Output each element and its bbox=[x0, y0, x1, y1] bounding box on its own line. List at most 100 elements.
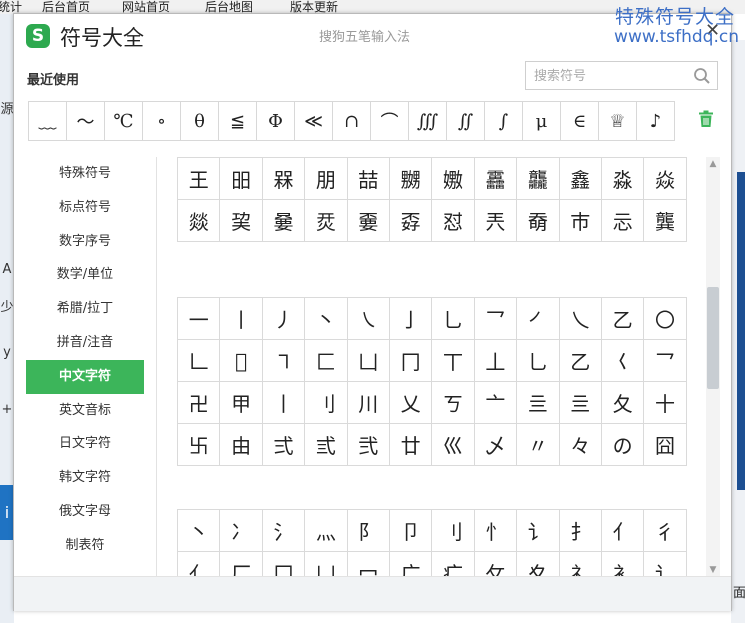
symbol-cell[interactable]: 嘦 bbox=[262, 200, 306, 242]
search-input[interactable] bbox=[532, 66, 686, 87]
symbol-cell[interactable]: 冫 bbox=[220, 510, 263, 552]
symbol-cell[interactable]: 嬲 bbox=[389, 158, 433, 200]
sidebar-category-item[interactable]: 制表符 bbox=[26, 529, 144, 563]
recent-symbol-cell[interactable]: Φ bbox=[257, 102, 295, 140]
symbol-cell[interactable]: 乄 bbox=[474, 424, 518, 466]
sidebar-category-item[interactable]: 英文音标 bbox=[26, 394, 144, 428]
symbol-cell[interactable]: 鑫 bbox=[559, 158, 602, 200]
symbol-cell[interactable]: 凵 bbox=[305, 552, 348, 577]
symbol-cell[interactable]: 囧 bbox=[644, 424, 687, 466]
recent-symbol-cell[interactable]: ～ bbox=[67, 102, 105, 140]
symbol-cell[interactable]: 亻 bbox=[601, 510, 645, 552]
symbol-cell[interactable]: 灬 bbox=[305, 510, 348, 552]
sidebar-category-item[interactable]: 特殊符号 bbox=[26, 157, 144, 191]
symbol-cell[interactable]: 乚 bbox=[517, 340, 560, 382]
symbol-cell[interactable]: 衤 bbox=[602, 552, 645, 577]
symbol-cell[interactable]: 乂 bbox=[389, 382, 433, 424]
symbol-cell[interactable]: 槑 bbox=[262, 158, 306, 200]
symbol-cell[interactable]: 龘 bbox=[517, 158, 560, 200]
sidebar-category-item[interactable]: 希腊/拉丁 bbox=[26, 292, 144, 326]
sidebar-category-item[interactable]: 韩文字符 bbox=[26, 461, 144, 495]
symbol-cell[interactable]: 奣 bbox=[517, 200, 560, 242]
symbol-cell[interactable]: 丨 bbox=[262, 382, 306, 424]
symbol-cell[interactable]: 礻 bbox=[560, 552, 602, 577]
background-nav-item[interactable]: 后台首页 bbox=[42, 0, 90, 14]
symbol-cell[interactable]: 亅 bbox=[389, 298, 433, 340]
symbol-cell[interactable]: 一 bbox=[178, 298, 221, 340]
recent-symbol-cell[interactable]: ♪ bbox=[637, 102, 675, 140]
recent-symbol-cell[interactable]: ∭ bbox=[409, 102, 447, 140]
symbol-cell[interactable]: 乚 bbox=[432, 298, 475, 340]
symbol-cell[interactable]: 怼 bbox=[432, 200, 475, 242]
symbol-cell[interactable]: 丨 bbox=[220, 298, 263, 340]
scroll-down-icon[interactable]: ▼ bbox=[706, 565, 720, 575]
symbol-cell[interactable]: 厂 bbox=[220, 552, 263, 577]
background-nav-item[interactable]: 版本更新 bbox=[290, 0, 338, 14]
background-nav-item[interactable]: 后台地图 bbox=[205, 0, 253, 14]
recent-symbol-cell[interactable]: ∫ bbox=[485, 102, 523, 140]
sidebar-category-item[interactable]: 日文字符 bbox=[26, 427, 144, 461]
symbol-cell[interactable]: ㇏ bbox=[347, 298, 390, 340]
sidebar-category-item[interactable]: 拼音/注音 bbox=[26, 326, 144, 360]
symbol-cell[interactable]: 喆 bbox=[347, 158, 390, 200]
recent-symbol-cell[interactable]: ≦ bbox=[219, 102, 257, 140]
symbol-cell[interactable]: 兲 bbox=[474, 200, 518, 242]
symbol-cell[interactable]: ㇕ bbox=[262, 340, 306, 382]
symbol-cell[interactable]: 烎 bbox=[305, 200, 348, 242]
vertical-scrollbar[interactable]: ▲ ▼ bbox=[706, 157, 720, 577]
symbol-cell[interactable]: 由 bbox=[220, 424, 263, 466]
recent-symbol-cell[interactable]: ⌒ bbox=[371, 102, 409, 140]
symbol-cell[interactable]: 弍 bbox=[262, 424, 306, 466]
symbol-cell[interactable]: 忄 bbox=[474, 510, 518, 552]
symbol-cell[interactable]: 十 bbox=[644, 382, 687, 424]
symbol-cell[interactable]: 孬 bbox=[389, 200, 433, 242]
symbol-cell[interactable]: 巭 bbox=[220, 200, 263, 242]
symbol-cell[interactable]: 夊 bbox=[517, 552, 560, 577]
recent-symbol-cell[interactable]: ∘ bbox=[143, 102, 181, 140]
symbol-cell[interactable]: 冂 bbox=[389, 340, 433, 382]
symbol-cell[interactable]: 攵 bbox=[475, 552, 518, 577]
symbol-cell[interactable]: 扌 bbox=[559, 510, 602, 552]
symbol-cell[interactable]: 丶 bbox=[305, 298, 348, 340]
symbol-cell[interactable]: の bbox=[601, 424, 645, 466]
symbol-cell[interactable]: 讠 bbox=[644, 552, 687, 577]
symbol-cell[interactable]: 嫑 bbox=[347, 200, 390, 242]
symbol-cell[interactable]: 弎 bbox=[305, 424, 348, 466]
recent-symbol-cell[interactable]: ﹏ bbox=[29, 102, 67, 140]
symbol-cell[interactable]: 乀 bbox=[559, 298, 602, 340]
symbol-cell[interactable]: 凵 bbox=[347, 340, 390, 382]
symbol-cell[interactable]: 夂 bbox=[601, 382, 645, 424]
symbol-cell[interactable]: 弐 bbox=[347, 424, 390, 466]
recent-symbol-cell[interactable]: ♕ bbox=[599, 102, 637, 140]
symbol-cell[interactable]: 嫐 bbox=[432, 158, 475, 200]
sidebar-category-item[interactable]: 俄文字母 bbox=[26, 495, 144, 529]
symbol-cell[interactable]: 淼 bbox=[601, 158, 645, 200]
search-icon[interactable] bbox=[693, 67, 711, 85]
symbol-cell[interactable]: 焱 bbox=[644, 158, 687, 200]
symbol-cell[interactable]: 丄 bbox=[474, 340, 518, 382]
symbol-cell[interactable]: 卩 bbox=[389, 510, 433, 552]
symbol-cell[interactable]: 卍 bbox=[178, 382, 221, 424]
recent-symbol-cell[interactable]: μ bbox=[523, 102, 561, 140]
symbol-cell[interactable]: 王 bbox=[178, 158, 221, 200]
symbol-cell[interactable]: 〃 bbox=[517, 424, 560, 466]
background-nav-item[interactable]: 网站首页 bbox=[122, 0, 170, 14]
background-nav-item[interactable]: 统计 bbox=[0, 0, 22, 14]
symbol-cell[interactable]: 亻 bbox=[178, 552, 221, 577]
symbol-cell[interactable]: 疒 bbox=[432, 552, 475, 577]
recent-symbol-cell[interactable]: ≪ bbox=[295, 102, 333, 140]
symbol-cell[interactable]: 〇 bbox=[644, 298, 687, 340]
symbol-cell[interactable]: 丿 bbox=[262, 298, 306, 340]
scroll-thumb[interactable] bbox=[707, 287, 719, 389]
scroll-up-icon[interactable]: ▲ bbox=[706, 159, 720, 169]
symbol-cell[interactable]: 讠 bbox=[517, 510, 560, 552]
symbol-cell[interactable]: 川 bbox=[347, 382, 390, 424]
symbol-cell[interactable]: ㇒ bbox=[517, 298, 560, 340]
symbol-cell[interactable]: 巿 bbox=[559, 200, 602, 242]
symbol-cell[interactable]: 亖 bbox=[517, 382, 560, 424]
symbol-cell[interactable]: 𠃊 bbox=[178, 340, 221, 382]
symbol-cell[interactable]: 燚 bbox=[178, 200, 221, 242]
symbol-cell[interactable]: 乛 bbox=[644, 340, 687, 382]
symbol-cell[interactable]: 龔 bbox=[644, 200, 687, 242]
symbol-cell[interactable]: 彳 bbox=[644, 510, 687, 552]
